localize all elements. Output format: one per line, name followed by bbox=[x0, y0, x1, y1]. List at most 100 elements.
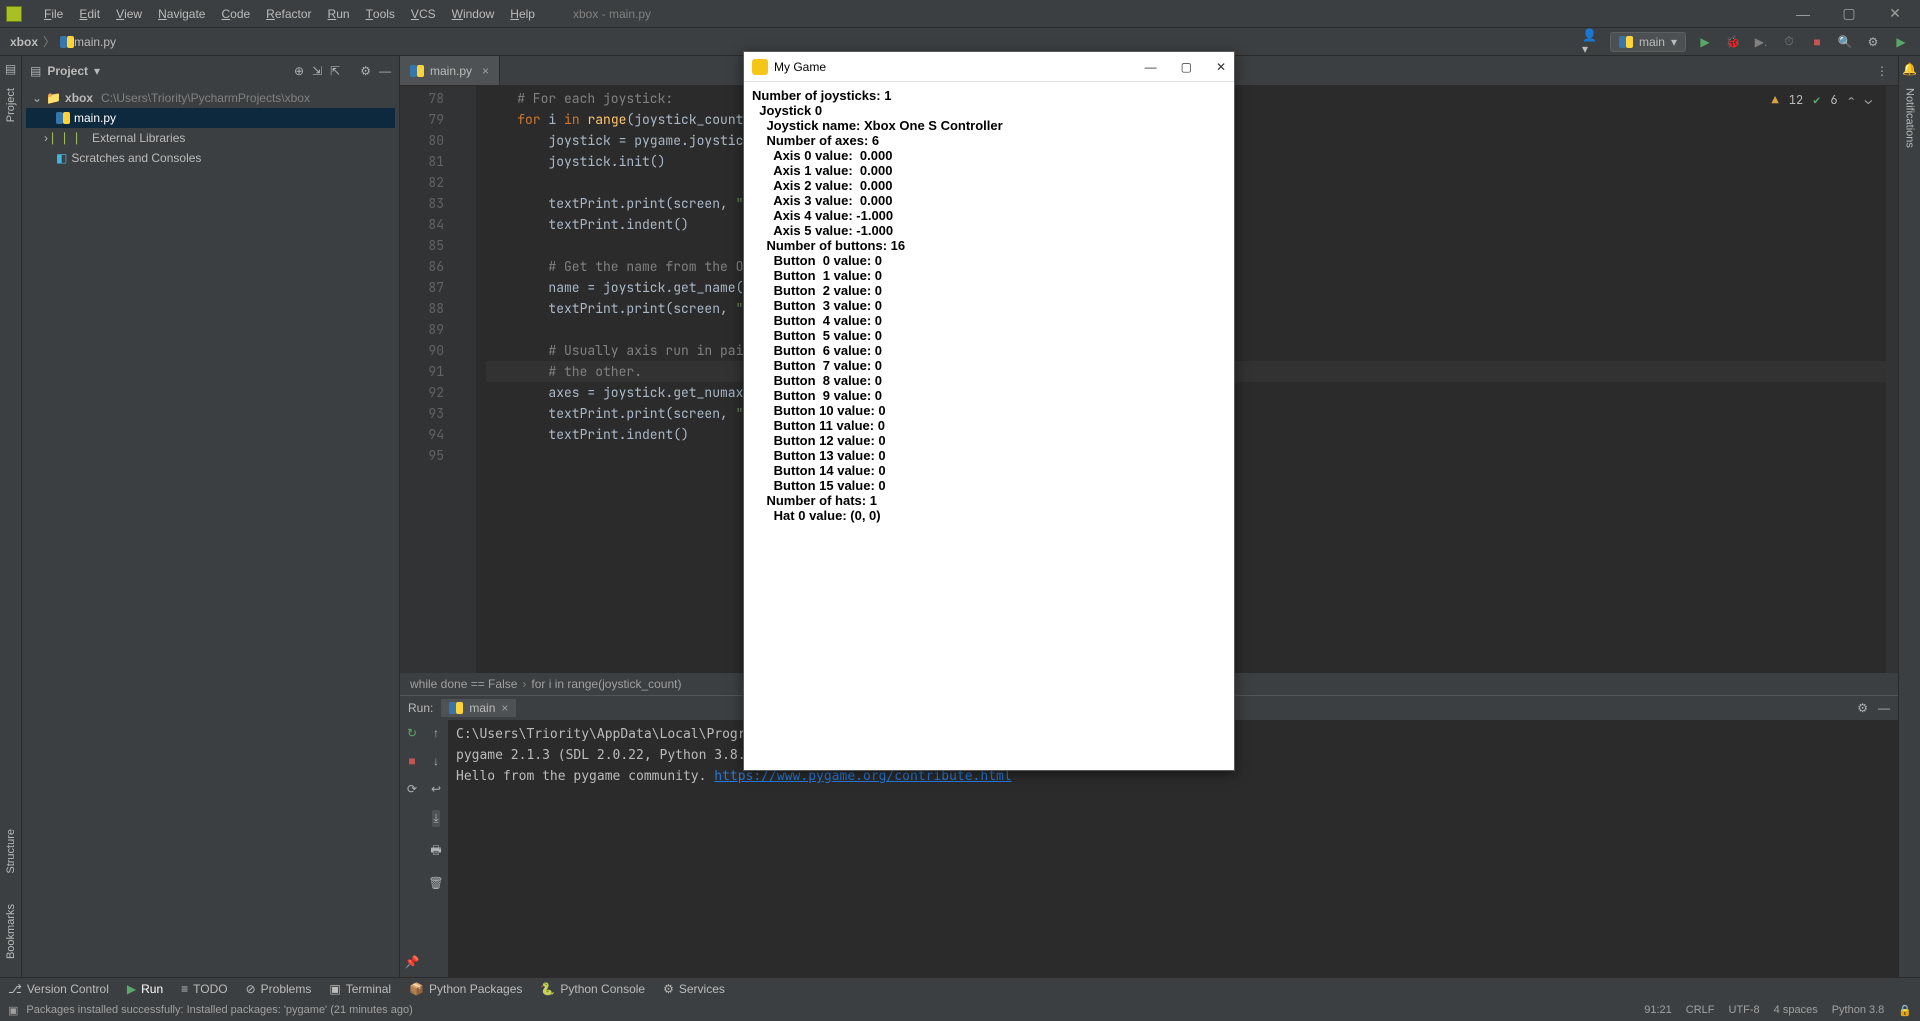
pygame-icon bbox=[752, 59, 768, 75]
console-link[interactable]: https://www.pygame.org/contribute.html bbox=[714, 769, 1011, 784]
breadcrumb-segment[interactable]: for i in range(joystick_count) bbox=[531, 677, 681, 691]
tool-version-control[interactable]: ⎇Version Control bbox=[8, 982, 109, 996]
lock-icon[interactable]: 🔒 bbox=[1898, 1004, 1912, 1017]
run-button[interactable]: ▶ bbox=[1696, 33, 1714, 51]
search-everywhere-button[interactable]: 🔍 bbox=[1836, 33, 1854, 51]
structure-tool-label[interactable]: Structure bbox=[5, 829, 17, 874]
close-tab-icon[interactable]: × bbox=[482, 64, 489, 78]
pygame-window[interactable]: My Game — ▢ ✕ Number of joysticks: 1 Joy… bbox=[743, 51, 1235, 771]
restart-icon[interactable]: ⟳ bbox=[407, 782, 417, 796]
tool-services[interactable]: ⚙Services bbox=[663, 982, 725, 996]
pygame-minimize-button[interactable]: — bbox=[1145, 60, 1157, 74]
notifications-label[interactable]: Notifications bbox=[1904, 88, 1916, 148]
project-file-node[interactable]: main.py bbox=[26, 108, 395, 128]
tool-problems[interactable]: ⊘Problems bbox=[246, 982, 312, 996]
collapse-all-icon[interactable]: ⇱ bbox=[330, 64, 340, 78]
window-minimize-button[interactable]: — bbox=[1794, 5, 1812, 23]
status-bar-widgets-icon[interactable]: ▣ bbox=[8, 1004, 18, 1017]
status-field[interactable]: 91:21 bbox=[1644, 1004, 1672, 1016]
locate-icon[interactable]: ⊕ bbox=[294, 64, 304, 78]
menu-window[interactable]: Window bbox=[444, 1, 503, 27]
run-anything-button[interactable]: ▶ bbox=[1892, 33, 1910, 51]
right-tool-stripe: 🔔 Notifications bbox=[1898, 56, 1920, 977]
window-maximize-button[interactable]: ▢ bbox=[1840, 5, 1858, 23]
hide-icon[interactable]: — bbox=[379, 64, 391, 78]
menu-refactor[interactable]: Refactor bbox=[258, 1, 319, 27]
chevron-down-icon[interactable]: ▾ bbox=[94, 64, 100, 78]
breadcrumb-file[interactable]: main.py bbox=[74, 35, 116, 49]
breadcrumb-segment[interactable]: while done == False bbox=[410, 677, 517, 691]
editor-error-stripe[interactable] bbox=[1886, 86, 1898, 673]
chevron-up-icon[interactable]: ⌃ bbox=[1848, 90, 1855, 111]
close-icon[interactable]: × bbox=[501, 701, 508, 715]
menu-help[interactable]: Help bbox=[502, 1, 543, 27]
menu-tools[interactable]: Tools bbox=[358, 1, 403, 27]
pygame-maximize-button[interactable]: ▢ bbox=[1181, 60, 1192, 74]
editor-tab-label: main.py bbox=[430, 64, 472, 78]
rerun-icon[interactable]: ↻ bbox=[407, 726, 417, 740]
down-icon[interactable]: ↓ bbox=[433, 754, 439, 768]
project-view-title[interactable]: Project bbox=[47, 64, 88, 78]
status-field[interactable]: UTF-8 bbox=[1729, 1004, 1760, 1016]
run-icon: ▶ bbox=[127, 982, 136, 996]
warning-icon[interactable]: ▲ bbox=[1772, 90, 1779, 111]
notifications-icon[interactable]: 🔔 bbox=[1902, 62, 1917, 76]
up-icon[interactable]: ↑ bbox=[433, 726, 439, 740]
profile-button[interactable]: ⏱ bbox=[1780, 33, 1798, 51]
app-icon bbox=[6, 6, 22, 22]
scratches-node[interactable]: ◧ Scratches and Consoles bbox=[26, 148, 395, 168]
settings-icon[interactable]: ⚙ bbox=[1857, 701, 1868, 715]
pygame-output-line: Button 13 value: 0 bbox=[752, 448, 1226, 463]
user-icon[interactable]: 👤▾ bbox=[1582, 33, 1600, 51]
menu-bar: FileEditViewNavigateCodeRefactorRunTools… bbox=[0, 0, 1920, 28]
pygame-output-line: Button 8 value: 0 bbox=[752, 373, 1226, 388]
ide-settings-button[interactable]: ⚙ bbox=[1864, 33, 1882, 51]
status-field[interactable]: Python 3.8 bbox=[1832, 1004, 1885, 1016]
external-libraries-node[interactable]: › ⎸⎸⎸ External Libraries bbox=[26, 128, 395, 148]
hide-icon[interactable]: — bbox=[1878, 701, 1890, 715]
typo-icon[interactable]: ✔ bbox=[1813, 90, 1820, 111]
settings-icon[interactable]: ⚙ bbox=[360, 64, 371, 78]
project-root-node[interactable]: ⌄ 📁 xbox C:\Users\Triority\PycharmProjec… bbox=[26, 88, 395, 108]
tool-run[interactable]: ▶Run bbox=[127, 982, 163, 996]
menu-view[interactable]: View bbox=[108, 1, 150, 27]
tool-todo[interactable]: ≡TODO bbox=[181, 982, 227, 996]
menu-navigate[interactable]: Navigate bbox=[150, 1, 213, 27]
status-field[interactable]: CRLF bbox=[1686, 1004, 1715, 1016]
expand-all-icon[interactable]: ⇲ bbox=[312, 64, 322, 78]
tool-label: Python Console bbox=[560, 982, 645, 996]
chevron-down-icon[interactable]: ⌄ bbox=[1865, 90, 1872, 111]
pygame-output-line: Button 10 value: 0 bbox=[752, 403, 1226, 418]
menu-file[interactable]: File bbox=[36, 1, 71, 27]
print-icon[interactable]: 🖶 bbox=[430, 841, 441, 862]
run-tab[interactable]: main × bbox=[441, 699, 516, 717]
tool-terminal[interactable]: ▣Terminal bbox=[329, 982, 391, 996]
run-tab-name: main bbox=[469, 701, 495, 715]
menu-code[interactable]: Code bbox=[213, 1, 258, 27]
pin-icon[interactable]: 📌 bbox=[405, 955, 420, 969]
editor-tab-main[interactable]: main.py × bbox=[400, 56, 500, 85]
menu-edit[interactable]: Edit bbox=[71, 1, 108, 27]
scroll-to-end-icon[interactable]: ⤓ bbox=[432, 810, 439, 827]
project-tool-label[interactable]: Project bbox=[5, 88, 17, 122]
coverage-button[interactable]: ▶. bbox=[1752, 33, 1770, 51]
bookmarks-tool-label[interactable]: Bookmarks bbox=[5, 904, 17, 959]
tabs-menu-icon[interactable]: ⋮ bbox=[1876, 64, 1888, 78]
stop-button[interactable]: ■ bbox=[1808, 33, 1826, 51]
clear-icon[interactable]: 🗑 bbox=[428, 876, 443, 890]
project-tool-icon[interactable]: ▤ bbox=[5, 62, 16, 76]
menu-run[interactable]: Run bbox=[320, 1, 358, 27]
window-close-button[interactable]: ✕ bbox=[1886, 5, 1904, 23]
menu-vcs[interactable]: VCS bbox=[403, 1, 444, 27]
project-root-name: xbox bbox=[65, 91, 93, 105]
pygame-close-button[interactable]: ✕ bbox=[1216, 60, 1226, 74]
debug-button[interactable]: 🐞 bbox=[1724, 33, 1742, 51]
run-configuration-selector[interactable]: main ▾ bbox=[1610, 32, 1686, 52]
breadcrumb-root[interactable]: xbox bbox=[10, 35, 38, 49]
tool-python-console[interactable]: 🐍Python Console bbox=[540, 982, 645, 996]
pygame-titlebar[interactable]: My Game — ▢ ✕ bbox=[744, 52, 1234, 82]
stop-icon[interactable]: ■ bbox=[408, 754, 415, 768]
tool-python-packages[interactable]: 📦Python Packages bbox=[409, 982, 522, 996]
status-field[interactable]: 4 spaces bbox=[1774, 1004, 1818, 1016]
soft-wrap-icon[interactable]: ↩ bbox=[431, 782, 441, 796]
